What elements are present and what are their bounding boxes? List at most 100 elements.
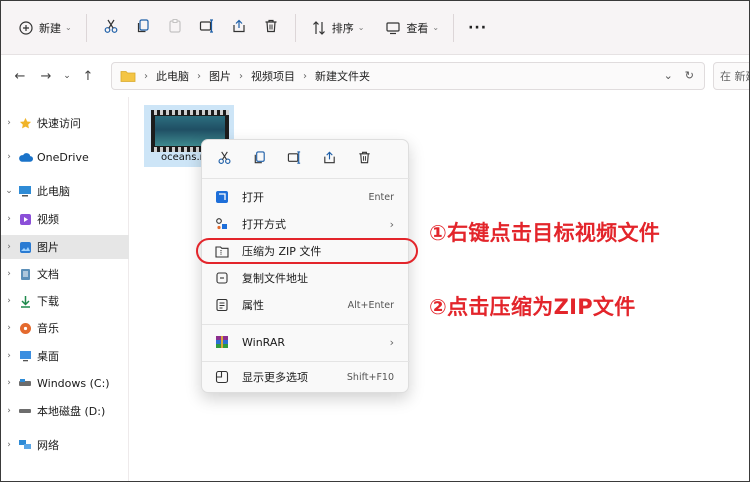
chevron-right-icon[interactable]: › — [1, 296, 17, 306]
computer-icon — [17, 183, 33, 199]
view-button-label: 查看 — [406, 21, 429, 35]
chevron-right-icon[interactable]: › — [1, 118, 17, 128]
music-icon — [17, 320, 33, 336]
new-button-label: 新建 — [39, 21, 61, 35]
arrow-left-icon: ← — [14, 68, 26, 84]
menu-item-copy-path[interactable]: 复制文件地址 — [206, 265, 406, 291]
address-history-button[interactable]: ⌄ — [664, 69, 673, 82]
copy-button[interactable] — [247, 147, 271, 171]
sidebar-item-desktop[interactable]: › 桌面 — [1, 344, 129, 368]
breadcrumb-item[interactable]: 图片 — [209, 68, 231, 84]
recent-locations-button[interactable]: ⌄ — [59, 63, 75, 89]
forward-button[interactable]: → — [33, 63, 59, 89]
sidebar-item-music[interactable]: › 音乐 — [1, 316, 129, 340]
breadcrumb-item[interactable]: 此电脑 — [156, 68, 189, 84]
chevron-right-icon[interactable]: › — [1, 440, 17, 450]
delete-button[interactable] — [255, 13, 287, 43]
share-icon — [322, 150, 337, 168]
context-menu: 打开 Enter 打开方式 › 压缩为 ZIP 文件 复制文件地址 属性 Alt… — [201, 139, 410, 393]
sidebar-item-network[interactable]: › 网络 — [1, 433, 129, 457]
menu-item-label: 打开方式 — [242, 218, 286, 231]
sidebar-item-pictures[interactable]: › 图片 — [1, 235, 129, 259]
menu-item-show-more-options[interactable]: 显示更多选项 Shift+F10 — [206, 364, 406, 390]
copy-button[interactable] — [127, 13, 159, 43]
plus-circle-icon — [17, 19, 35, 37]
up-button[interactable]: ↑ — [75, 63, 101, 89]
chevron-right-icon[interactable]: › — [1, 406, 17, 416]
toolbar-divider — [294, 13, 296, 42]
paste-icon — [167, 18, 183, 37]
chevron-right-icon: › — [197, 70, 201, 82]
sidebar-item-videos[interactable]: › 视频 — [1, 207, 129, 231]
chevron-down-icon[interactable]: ⌄ — [1, 186, 17, 196]
navigation-bar: ← → ⌄ ↑ › 此电脑 › 图片 › 视频项目 › 新建文件夹 ⌄ ↻ 在 … — [1, 55, 749, 97]
chevron-right-icon[interactable]: › — [1, 214, 17, 224]
menu-item-label: 打开 — [242, 191, 264, 204]
copy-path-icon — [212, 270, 232, 286]
rename-icon — [287, 150, 302, 168]
menu-item-label: 复制文件地址 — [242, 272, 308, 285]
back-button[interactable]: ← — [7, 63, 33, 89]
refresh-button[interactable]: ↻ — [685, 69, 694, 82]
sidebar-item-onedrive[interactable]: › OneDrive — [1, 145, 129, 169]
delete-button[interactable] — [352, 147, 376, 171]
paste-button[interactable] — [159, 13, 191, 43]
view-button[interactable]: 查看 ⌄ — [378, 13, 445, 43]
menu-item-open-with[interactable]: 打开方式 › — [206, 211, 406, 237]
sidebar-item-quick-access[interactable]: › 快速访问 — [1, 111, 129, 135]
scissors-icon — [103, 18, 119, 37]
annotation-step-1: ①右键点击目标视频文件 — [429, 221, 661, 245]
share-button[interactable] — [317, 147, 341, 171]
breadcrumb-item[interactable]: 视频项目 — [251, 68, 295, 84]
rename-button[interactable] — [282, 147, 306, 171]
cut-button[interactable] — [212, 147, 236, 171]
rename-button[interactable] — [191, 13, 223, 43]
chevron-right-icon[interactable]: › — [1, 378, 17, 388]
share-button[interactable] — [223, 13, 255, 43]
chevron-right-icon[interactable]: › — [1, 269, 17, 279]
sort-icon — [310, 19, 328, 37]
file-explorer-window: 新建 ⌄ 排序 ⌄ 查看 ⌄ ··· ← → ⌄ ↑ › 此电脑 › 图片 › … — [0, 0, 750, 482]
navigation-pane: › 快速访问 › OneDrive ⌄ 此电脑 › 视频 › 图片 › 文档 ›… — [1, 97, 129, 481]
sidebar-item-label: 网络 — [37, 439, 59, 452]
menu-item-properties[interactable]: 属性 Alt+Enter — [206, 292, 406, 318]
arrow-right-icon: → — [40, 68, 52, 84]
drive-c-icon — [17, 375, 33, 391]
download-icon — [17, 293, 33, 309]
address-bar[interactable]: › 此电脑 › 图片 › 视频项目 › 新建文件夹 ⌄ ↻ — [111, 62, 705, 90]
open-icon — [212, 189, 232, 205]
search-placeholder: 在 新建 — [720, 70, 749, 83]
sidebar-item-drive-c[interactable]: › Windows (C:) — [1, 371, 129, 395]
sidebar-item-documents[interactable]: › 文档 — [1, 262, 129, 286]
breadcrumb-item[interactable]: 新建文件夹 — [315, 68, 370, 84]
shortcut-text: Alt+Enter — [347, 299, 394, 311]
cut-button[interactable] — [95, 13, 127, 43]
context-quick-actions — [202, 140, 410, 178]
chevron-right-icon: › — [303, 70, 307, 82]
chevron-right-icon[interactable]: › — [1, 351, 17, 361]
new-button[interactable]: 新建 ⌄ — [11, 13, 78, 43]
chevron-right-icon: › — [389, 335, 394, 349]
sidebar-item-label: 此电脑 — [37, 185, 70, 198]
chevron-right-icon[interactable]: › — [1, 152, 17, 162]
sidebar-item-downloads[interactable]: › 下载 — [1, 289, 129, 313]
chevron-right-icon[interactable]: › — [1, 242, 17, 252]
share-icon — [231, 18, 247, 37]
chevron-right-icon[interactable]: › — [1, 323, 17, 333]
search-input[interactable]: 在 新建 — [713, 62, 749, 90]
more-icon: ··· — [468, 19, 488, 36]
sort-button[interactable]: 排序 ⌄ — [304, 13, 371, 43]
sidebar-item-drive-d[interactable]: › 本地磁盘 (D:) — [1, 399, 129, 423]
open-with-icon — [212, 216, 232, 232]
menu-item-winrar[interactable]: WinRAR › — [206, 329, 406, 355]
pictures-folder-icon — [17, 239, 33, 255]
star-icon — [17, 115, 33, 131]
rename-icon — [199, 18, 215, 37]
sidebar-item-label: 图片 — [37, 241, 59, 254]
chevron-right-icon: › — [144, 70, 148, 82]
menu-item-open[interactable]: 打开 Enter — [206, 184, 406, 210]
chevron-right-icon: › — [239, 70, 243, 82]
more-options-button[interactable]: ··· — [462, 13, 493, 43]
sidebar-item-this-pc[interactable]: ⌄ 此电脑 — [1, 179, 129, 203]
highlight-oval — [196, 238, 418, 264]
